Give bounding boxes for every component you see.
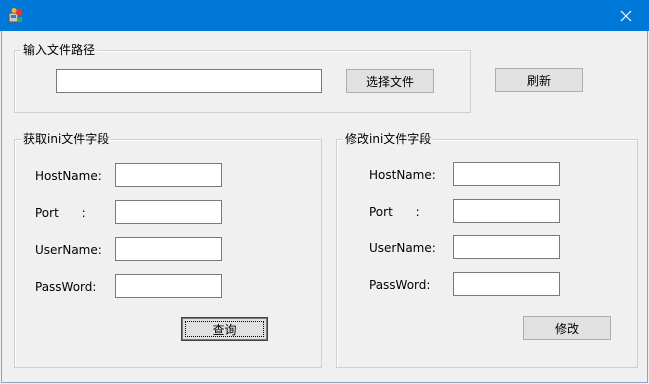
password-label: PassWord: <box>35 280 97 294</box>
file-path-group-title: 输入文件路径 <box>21 42 98 58</box>
title-bar <box>0 0 649 31</box>
modify-password-input[interactable] <box>453 272 560 296</box>
file-path-group: 输入文件路径 选择文件 <box>14 42 471 113</box>
read-port-input[interactable] <box>115 200 222 224</box>
read-ini-group: 获取ini文件字段 HostName: Port : UserName: Pas… <box>14 131 322 368</box>
query-button[interactable]: 查询 <box>181 317 268 341</box>
modify-hostname-input[interactable] <box>453 162 560 186</box>
choose-file-button[interactable]: 选择文件 <box>346 69 434 93</box>
close-icon <box>620 10 632 21</box>
modify-ini-group: 修改ini文件字段 HostName: Port : UserName: Pas… <box>336 131 638 368</box>
modify-port-input[interactable] <box>453 199 560 223</box>
main-window: 输入文件路径 选择文件 刷新 获取ini文件字段 HostName: Port … <box>1 31 648 383</box>
close-button[interactable] <box>603 0 649 31</box>
hostname-label: HostName: <box>369 168 436 182</box>
port-label: Port : <box>35 206 86 220</box>
read-hostname-input[interactable] <box>115 163 222 187</box>
password-label: PassWord: <box>369 278 431 292</box>
modify-button[interactable]: 修改 <box>523 316 611 340</box>
app-icon <box>8 7 24 23</box>
file-path-input[interactable] <box>56 69 322 93</box>
read-password-input[interactable] <box>115 274 222 298</box>
refresh-button[interactable]: 刷新 <box>495 68 583 92</box>
read-username-input[interactable] <box>115 237 222 261</box>
port-label: Port : <box>369 205 420 219</box>
hostname-label: HostName: <box>35 169 102 183</box>
username-label: UserName: <box>369 241 436 255</box>
modify-ini-group-title: 修改ini文件字段 <box>343 131 434 147</box>
modify-username-input[interactable] <box>453 235 560 259</box>
read-ini-group-title: 获取ini文件字段 <box>21 131 112 147</box>
username-label: UserName: <box>35 243 102 257</box>
